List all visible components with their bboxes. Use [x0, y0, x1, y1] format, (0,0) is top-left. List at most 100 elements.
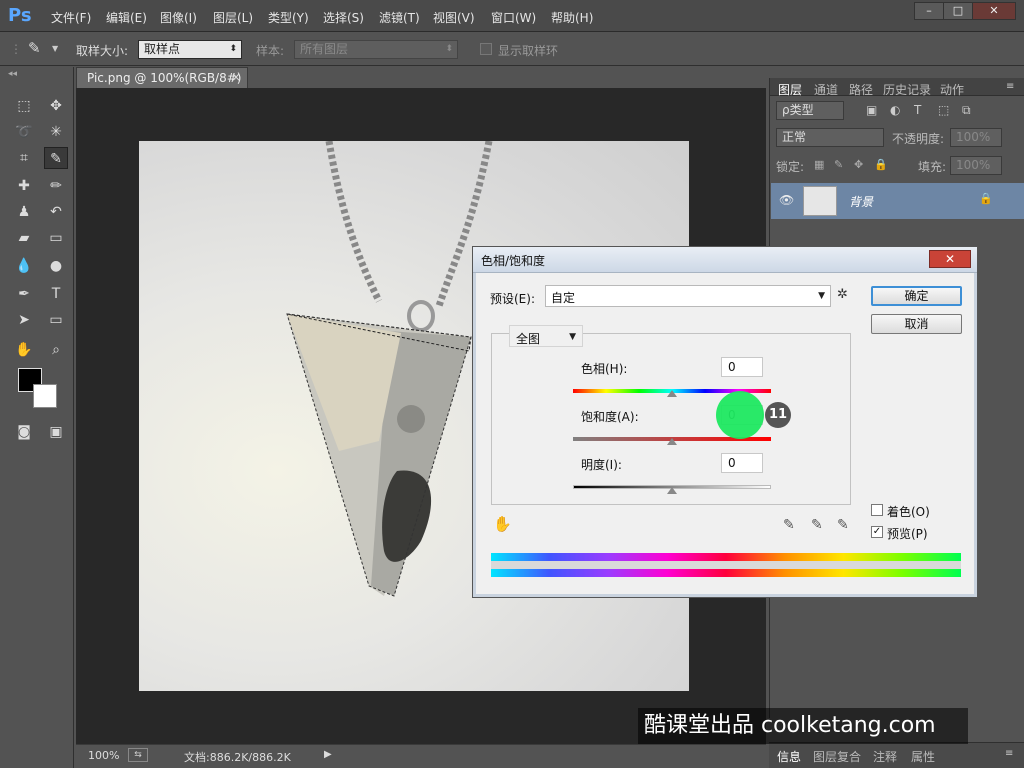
gradient-tool-icon[interactable]: ▭	[44, 227, 68, 249]
range-bar[interactable]	[491, 561, 961, 569]
share-icon[interactable]: ⇆	[128, 748, 148, 762]
lightness-label: 明度(I):	[581, 458, 622, 472]
adjustment-filter-icon[interactable]: ◐	[890, 103, 900, 117]
tab-channels[interactable]: 通道	[814, 81, 838, 98]
background-color-swatch[interactable]	[33, 384, 57, 408]
eyedropper-icon[interactable]: ✎	[28, 39, 41, 57]
lightness-slider-thumb[interactable]	[667, 487, 677, 494]
dialog-titlebar[interactable]: 色相/饱和度 ✕	[473, 247, 977, 273]
menu-filter[interactable]: 滤镜(T)	[379, 9, 420, 26]
lock-transparent-icon[interactable]: ▦	[814, 158, 824, 171]
tab-notes[interactable]: 注释	[873, 748, 897, 765]
eyedropper-icon[interactable]: ✎	[783, 517, 795, 533]
channel-select[interactable]: 全图 ▼	[509, 325, 583, 347]
hand-tool-icon[interactable]: ✋	[12, 339, 36, 361]
cancel-button[interactable]: 取消	[871, 314, 962, 334]
menu-select[interactable]: 选择(S)	[323, 9, 364, 26]
ok-button[interactable]: 确定	[871, 286, 962, 306]
targeted-adjust-hand-icon[interactable]: ✋	[493, 515, 512, 533]
minimize-button[interactable]: –	[914, 2, 944, 20]
brush-tool-icon[interactable]: ✏	[44, 175, 68, 197]
sample-select[interactable]: 所有图层 ⬍	[294, 40, 458, 59]
panel-menu-icon[interactable]: ≡	[1005, 748, 1013, 759]
lock-all-icon[interactable]: 🔒	[874, 158, 888, 171]
layer-row-background[interactable]: 👁 背景 🔒	[771, 183, 1024, 219]
screen-mode-icon[interactable]: ▣	[44, 421, 68, 443]
hue-input[interactable]: 0	[721, 357, 763, 377]
menu-view[interactable]: 视图(V)	[433, 9, 475, 26]
preview-checkbox[interactable]: ✓	[871, 526, 883, 538]
document-tab[interactable]: Pic.png @ 100%(RGB/8#) ×	[76, 67, 248, 88]
tab-layer-comps[interactable]: 图层复合	[813, 748, 861, 765]
type-filter-icon[interactable]: T	[914, 103, 921, 117]
result-color-bar	[491, 569, 961, 577]
smart-object-filter-icon[interactable]: ⧉	[962, 103, 971, 118]
lock-pixels-icon[interactable]: ✎	[834, 158, 843, 171]
tab-paths[interactable]: 路径	[849, 81, 873, 98]
lasso-tool-icon[interactable]: ➰	[12, 121, 36, 143]
marquee-tool-icon[interactable]: ⬚	[12, 95, 36, 117]
chevron-down-icon[interactable]: ▼	[52, 44, 58, 53]
opacity-input[interactable]: 100%	[950, 128, 1002, 147]
filter-kind-select[interactable]: ρ类型	[776, 101, 844, 120]
path-select-icon[interactable]: ➤	[12, 309, 36, 331]
tab-properties[interactable]: 属性	[911, 748, 935, 765]
history-brush-icon[interactable]: ↶	[44, 201, 68, 223]
eyedropper-subtract-icon[interactable]: ✎	[837, 517, 849, 533]
menu-file[interactable]: 文件(F)	[51, 9, 91, 26]
status-menu-arrow-icon[interactable]: ▶	[324, 749, 332, 760]
quick-mask-icon[interactable]: ◙	[12, 421, 36, 443]
menu-type[interactable]: 类型(Y)	[268, 9, 309, 26]
menu-image[interactable]: 图像(I)	[160, 9, 197, 26]
menu-layer[interactable]: 图层(L)	[213, 9, 253, 26]
zoom-level[interactable]: 100%	[88, 749, 119, 762]
gear-icon[interactable]: ✲	[837, 287, 848, 302]
clone-stamp-icon[interactable]: ♟	[12, 201, 36, 223]
colorize-label: 着色(O)	[887, 505, 930, 519]
type-tool-icon[interactable]: T	[44, 283, 68, 305]
shape-filter-icon[interactable]: ⬚	[938, 103, 949, 117]
pen-tool-icon[interactable]: ✒	[12, 283, 36, 305]
dialog-close-button[interactable]: ✕	[929, 250, 971, 268]
rectangle-tool-icon[interactable]: ▭	[44, 309, 68, 331]
image-filter-icon[interactable]: ▣	[866, 103, 877, 117]
preset-select[interactable]: 自定 ▼	[545, 285, 831, 307]
blur-tool-icon[interactable]: 💧	[12, 255, 36, 277]
eyedropper-add-icon[interactable]: ✎	[811, 517, 823, 533]
zoom-tool-icon[interactable]: ⌕	[44, 339, 68, 361]
saturation-slider-thumb[interactable]	[667, 438, 677, 445]
lock-position-icon[interactable]: ✥	[854, 158, 863, 171]
eye-icon[interactable]: 👁	[779, 193, 794, 207]
tab-info[interactable]: 信息	[777, 748, 801, 765]
hue-slider-thumb[interactable]	[667, 390, 677, 397]
maximize-button[interactable]: □	[943, 2, 973, 20]
layer-name[interactable]: 背景	[849, 193, 873, 210]
colorize-checkbox[interactable]	[871, 504, 883, 516]
chevron-updown-icon: ⬍	[445, 44, 453, 54]
magic-wand-icon[interactable]: ✳	[44, 121, 68, 143]
panel-menu-icon[interactable]: ≡	[1006, 81, 1014, 92]
lightness-input[interactable]: 0	[721, 453, 763, 473]
blend-mode-select[interactable]: 正常	[776, 128, 884, 147]
fill-input[interactable]: 100%	[950, 156, 1002, 175]
tab-actions[interactable]: 动作	[940, 81, 964, 98]
sample-size-select[interactable]: 取样点 ⬍	[138, 40, 242, 59]
sample-size-label: 取样大小:	[76, 44, 129, 58]
eraser-tool-icon[interactable]: ▰	[12, 227, 36, 249]
close-window-button[interactable]: ✕	[972, 2, 1016, 20]
menu-help[interactable]: 帮助(H)	[551, 9, 593, 26]
healing-brush-icon[interactable]: ✚	[12, 175, 36, 197]
tab-layers[interactable]: 图层	[778, 81, 802, 98]
show-ring-checkbox[interactable]	[480, 43, 492, 55]
chevron-down-icon: ▼	[818, 291, 825, 301]
options-bar: ⋮ ✎ ▼ 取样大小: 取样点 ⬍ 样本: 所有图层 ⬍ 显示取样环	[0, 33, 1024, 66]
dodge-tool-icon[interactable]: ●	[44, 255, 68, 277]
menu-window[interactable]: 窗口(W)	[491, 9, 536, 26]
collapse-icon[interactable]: ◂◂	[8, 69, 17, 79]
move-tool-icon[interactable]: ✥	[44, 95, 68, 117]
eyedropper-tool-icon[interactable]: ✎	[44, 147, 68, 169]
close-icon[interactable]: ×	[231, 70, 241, 84]
tab-history[interactable]: 历史记录	[883, 81, 931, 98]
menu-edit[interactable]: 编辑(E)	[106, 9, 147, 26]
crop-tool-icon[interactable]: ⌗	[12, 147, 36, 169]
